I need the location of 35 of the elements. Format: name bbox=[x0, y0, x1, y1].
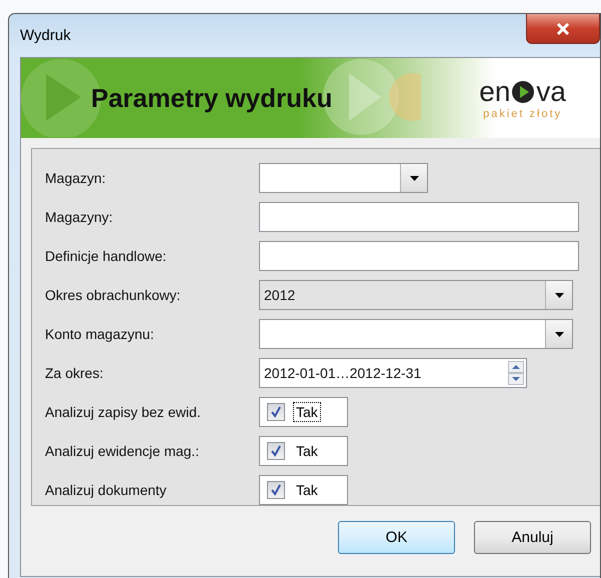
combo-value: 2012 bbox=[264, 287, 296, 303]
cancel-button[interactable]: Anuluj bbox=[474, 521, 591, 554]
field-label: Magazyn: bbox=[45, 170, 107, 186]
spinner-arrows-icon bbox=[508, 361, 524, 385]
close-icon bbox=[556, 22, 570, 34]
checkbox-label: Tak bbox=[295, 442, 319, 461]
logo-text: va bbox=[536, 76, 566, 108]
input-field[interactable] bbox=[259, 202, 579, 232]
combo-box[interactable] bbox=[259, 319, 573, 349]
play-icon bbox=[511, 80, 536, 104]
field-label: Analizuj zapisy bez ewid. bbox=[45, 404, 202, 420]
field-label: Okres obrachunkowy: bbox=[45, 287, 182, 303]
dropdown-arrow-icon bbox=[410, 176, 418, 180]
checkbox[interactable] bbox=[267, 403, 285, 421]
dropdown-arrow-icon bbox=[554, 292, 564, 298]
checkbox[interactable] bbox=[267, 442, 285, 460]
logo-text: en bbox=[479, 76, 510, 108]
checkbox-label: Tak bbox=[295, 481, 319, 500]
field-label: Za okres: bbox=[45, 365, 104, 381]
ok-button[interactable]: OK bbox=[338, 521, 455, 554]
input-field[interactable] bbox=[259, 241, 579, 271]
window-title: Wydruk bbox=[20, 27, 71, 44]
field-label: Konto magazynu: bbox=[45, 326, 155, 342]
close-button[interactable] bbox=[526, 14, 600, 44]
logo-tagline: pakiet złoty bbox=[483, 108, 562, 120]
checkbox[interactable] bbox=[267, 481, 285, 499]
field-label: Definicje handlowe: bbox=[45, 248, 168, 264]
dropdown-arrow-icon bbox=[554, 332, 564, 336]
combo-box[interactable] bbox=[259, 163, 428, 193]
field-label: Analizuj dokumenty bbox=[45, 482, 168, 498]
field-label: Magazyny: bbox=[45, 209, 114, 225]
checkbox-label: Tak bbox=[293, 402, 321, 422]
date-range-field[interactable]: 2012-01-01…2012-12-31 bbox=[259, 358, 527, 388]
field-label: Analizuj ewidencje mag.: bbox=[45, 443, 200, 459]
banner-title: Parametry wydruku bbox=[91, 82, 332, 114]
